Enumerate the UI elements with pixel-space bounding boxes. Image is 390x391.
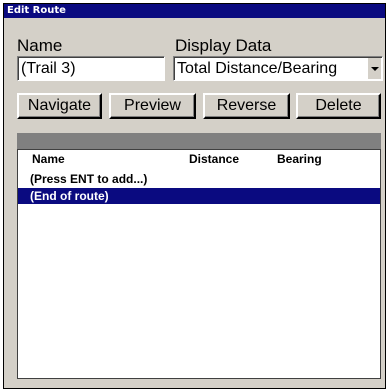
list-column-headers: Name Distance Bearing [18, 150, 380, 167]
delete-button[interactable]: Delete [296, 93, 381, 119]
preview-button[interactable]: Preview [109, 93, 196, 119]
list-item-selected[interactable]: (End of route) [18, 188, 380, 204]
name-field-value: (Trail 3) [21, 60, 76, 77]
list-item[interactable]: (Press ENT to add...) [18, 171, 380, 187]
column-header-name[interactable]: Name [32, 152, 65, 166]
column-header-distance[interactable]: Distance [189, 152, 239, 166]
column-header-bearing[interactable]: Bearing [277, 152, 322, 166]
display-data-value: Total Distance/Bearing [177, 60, 338, 77]
chevron-down-icon[interactable] [367, 58, 381, 79]
name-label: Name [17, 36, 63, 55]
display-data-dropdown[interactable]: Total Distance/Bearing [173, 56, 383, 81]
route-list[interactable]: Name Distance Bearing (Press ENT to add.… [17, 149, 381, 379]
display-data-label: Display Data [175, 36, 272, 55]
list-item-label: (Press ENT to add...) [30, 172, 148, 186]
list-header-bar [17, 133, 381, 149]
list-item-label: (End of route) [30, 189, 109, 203]
name-field[interactable]: (Trail 3) [17, 56, 165, 81]
window-title: Edit Route [4, 4, 385, 18]
navigate-button[interactable]: Navigate [17, 93, 102, 119]
reverse-button[interactable]: Reverse [203, 93, 290, 119]
